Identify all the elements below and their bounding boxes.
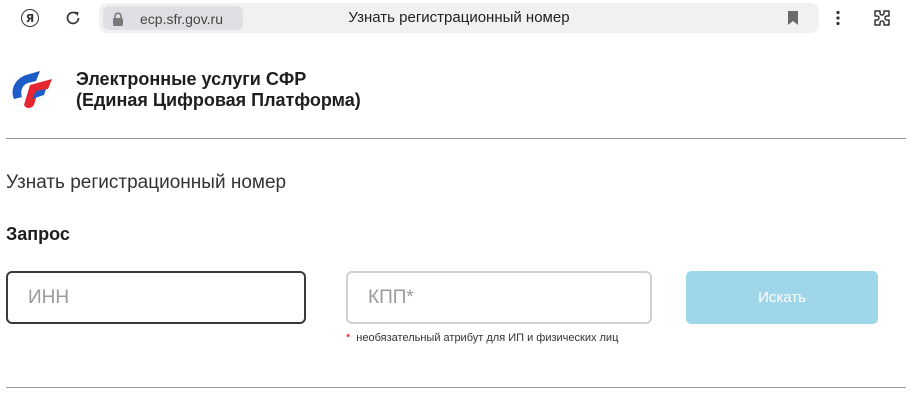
yandex-icon[interactable]: Я (18, 6, 42, 30)
brand-title: Электронные услуги СФР (Единая Цифровая … (76, 69, 361, 110)
inn-input[interactable] (6, 271, 306, 324)
section-title: Запрос (6, 224, 70, 244)
search-button[interactable]: Искать (686, 271, 878, 324)
address-bar[interactable]: ecp.sfr.gov.ru Узнать регистрационный но… (99, 3, 819, 33)
kebab-menu-icon[interactable] (826, 6, 850, 30)
header-divider (6, 138, 906, 139)
extensions-icon[interactable] (870, 6, 894, 30)
kpp-input[interactable] (346, 271, 652, 324)
sfr-logo (12, 71, 52, 108)
footer-divider (6, 387, 906, 388)
page-heading: Узнать регистрационный номер (6, 172, 287, 193)
browser-toolbar: Я ecp.sfr.gov.ru Узнать регистрационный … (0, 0, 919, 36)
tab-title: Узнать регистрационный номер (348, 9, 570, 26)
bookmark-icon[interactable] (787, 10, 799, 26)
optional-attribute-note: * необязательный атрибут для ИП и физичес… (346, 332, 619, 344)
reload-icon[interactable] (61, 6, 85, 30)
